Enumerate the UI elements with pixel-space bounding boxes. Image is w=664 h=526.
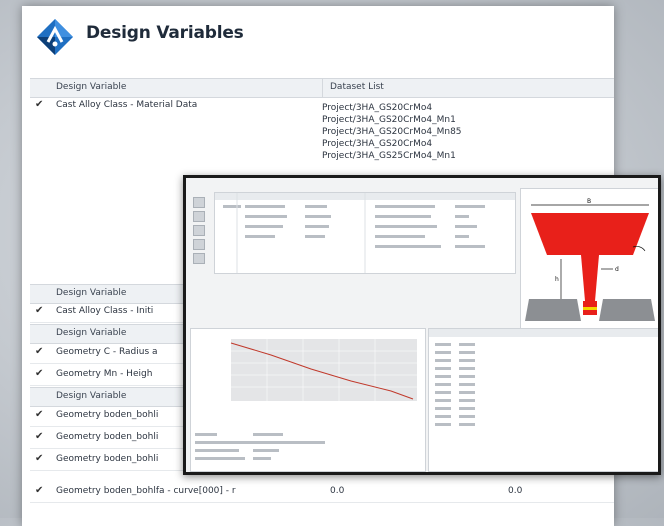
- svg-text:h: h: [555, 276, 559, 283]
- checkmark-icon[interactable]: ✔: [35, 305, 43, 316]
- window-title: Design Variables: [86, 23, 244, 43]
- svg-text:d: d: [615, 266, 619, 273]
- design-variable-label: Geometry boden_bohli: [56, 432, 159, 442]
- table-row[interactable]: ✔ Geometry boden_bohlfa - curve[000] - r…: [30, 482, 614, 503]
- tool-icon[interactable]: [193, 253, 205, 264]
- dataset-list: Project/3HA_GS20CrMo4 Project/3HA_GS20Cr…: [322, 102, 462, 162]
- column-header-row: Design Variable Dataset List: [30, 78, 614, 98]
- casting-sketch: B h d: [520, 188, 658, 330]
- parameter-table-lines: [215, 193, 515, 273]
- checkmark-icon[interactable]: ✔: [35, 431, 43, 442]
- column-header-dataset-list[interactable]: Dataset List: [330, 82, 384, 92]
- group-header-label: Design Variable: [56, 391, 127, 401]
- design-variables-logo-icon: [37, 19, 73, 55]
- tool-icon[interactable]: [193, 239, 205, 250]
- parameter-table: [214, 192, 516, 274]
- design-variable-label: Geometry boden_bohlfa - curve[000] - r: [56, 486, 236, 496]
- inset-tool-strip: [191, 194, 207, 274]
- results-list-panel: [428, 328, 658, 472]
- design-variable-label: Geometry boden_bohli: [56, 454, 159, 464]
- casting-geometry-drawing: B h d: [525, 198, 655, 321]
- design-variable-label: Geometry boden_bohli: [56, 410, 159, 420]
- checkmark-icon[interactable]: ✔: [35, 99, 43, 110]
- group-header-label: Design Variable: [56, 288, 127, 298]
- casting-simulation-window: B h d: [183, 175, 661, 475]
- checkmark-icon[interactable]: ✔: [35, 368, 43, 379]
- design-variable-label: Geometry C - Radius a: [56, 347, 158, 357]
- checkmark-icon[interactable]: ✔: [35, 409, 43, 420]
- simulation-plot-panel: [190, 328, 426, 472]
- tool-icon[interactable]: [193, 225, 205, 236]
- design-variable-label: Geometry Mn - Heigh: [56, 369, 153, 379]
- group-header-label: Design Variable: [56, 328, 127, 338]
- tool-icon[interactable]: [193, 197, 205, 208]
- title-bar: Design Variables: [22, 6, 614, 66]
- inset-toolbar: [188, 180, 658, 188]
- tool-icon[interactable]: [193, 211, 205, 222]
- dataset-item[interactable]: Project/3HA_GS20CrMo4_Mn85: [322, 126, 462, 138]
- temperature-plot: [195, 339, 417, 460]
- design-variable-label: Cast Alloy Class - Initi: [56, 306, 154, 316]
- dataset-item[interactable]: Project/3HA_GS20CrMo4: [322, 102, 462, 114]
- column-header-design-variable[interactable]: Design Variable: [56, 82, 126, 92]
- checkmark-icon[interactable]: ✔: [35, 453, 43, 464]
- results-list-lines: [429, 329, 658, 426]
- value-cell[interactable]: 0.0: [508, 486, 522, 496]
- dataset-item[interactable]: Project/3HA_GS20CrMo4_Mn1: [322, 114, 462, 126]
- svg-text:B: B: [587, 198, 591, 205]
- dataset-item[interactable]: Project/3HA_GS20CrMo4: [322, 138, 462, 150]
- checkmark-icon[interactable]: ✔: [35, 485, 43, 496]
- dataset-item[interactable]: Project/3HA_GS25CrMo4_Mn1: [322, 150, 462, 162]
- value-cell[interactable]: 0.0: [330, 486, 344, 496]
- design-variable-label: Cast Alloy Class - Material Data: [56, 100, 198, 110]
- checkmark-icon[interactable]: ✔: [35, 346, 43, 357]
